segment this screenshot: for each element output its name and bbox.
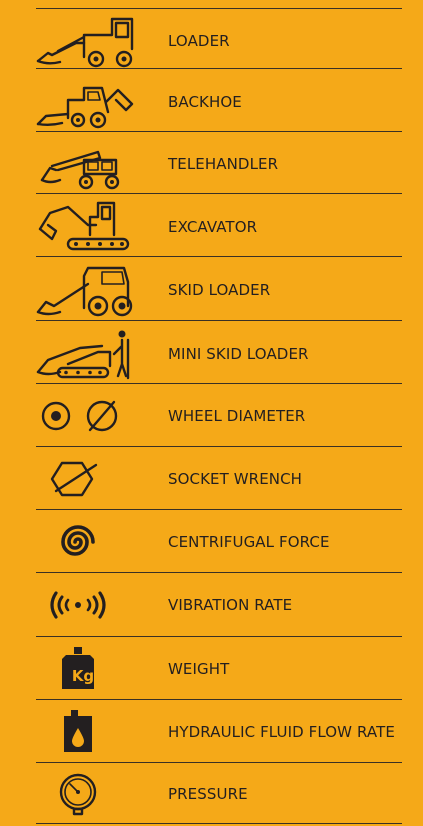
item-label: WEIGHT [168,659,230,678]
excavator-icon [28,199,138,255]
item-label: MINI SKID LOADER [168,344,309,363]
list-item-pressure: PRESSURE [0,762,423,825]
centrifugal-force-icon [28,514,138,570]
list-item-mini-skid-loader: MINI SKID LOADER [0,322,423,385]
list-item-vibration-rate: VIBRATION RATE [0,573,423,636]
backhoe-icon [28,74,138,130]
weight-icon: Kg [28,641,138,697]
item-label: CENTRIFUGAL FORCE [168,532,330,551]
divider [36,320,402,321]
socket-wrench-icon [28,451,138,507]
weight-icon-text: Kg [71,667,95,685]
divider [36,256,402,257]
divider [36,193,402,194]
loader-icon [28,13,138,69]
telehandler-icon [28,136,138,192]
item-label: WHEEL DIAMETER [168,406,306,425]
list-item-telehandler: TELEHANDLER [0,132,423,195]
list-item-excavator: EXCAVATOR [0,195,423,258]
list-item-socket-wrench: SOCKET WRENCH [0,447,423,510]
wheel-diameter-icon [28,388,138,444]
hydraulic-fluid-icon [28,704,138,760]
vibration-rate-icon [28,577,138,633]
list-item-wheel-diameter: WHEEL DIAMETER [0,384,423,447]
skid-loader-icon [28,262,138,318]
item-label: TELEHANDLER [168,154,279,173]
list-item-centrifugal-force: CENTRIFUGAL FORCE [0,510,423,573]
list-item-loader: LOADER [0,9,423,72]
item-label: LOADER [168,31,230,50]
list-item-backhoe: BACKHOE [0,70,423,133]
list-item-weight: Kg WEIGHT [0,637,423,700]
item-label: SOCKET WRENCH [168,469,303,488]
mini-skid-loader-icon [28,326,138,382]
divider [36,68,402,69]
divider [36,823,402,824]
list-item-skid-loader: SKID LOADER [0,258,423,321]
item-label: BACKHOE [168,92,242,111]
item-label: EXCAVATOR [168,217,258,236]
item-label: SKID LOADER [168,280,271,299]
pressure-gauge-icon [28,766,138,822]
item-label: VIBRATION RATE [168,595,293,614]
list-item-hydraulic-fluid-flow-rate: HYDRAULIC FLUID FLOW RATE [0,700,423,763]
legend-list: LOADER BACKHOE TELEHANDLER EXCAVATOR SKI… [0,0,423,826]
item-label: PRESSURE [168,784,248,803]
item-label: HYDRAULIC FLUID FLOW RATE [168,722,395,741]
